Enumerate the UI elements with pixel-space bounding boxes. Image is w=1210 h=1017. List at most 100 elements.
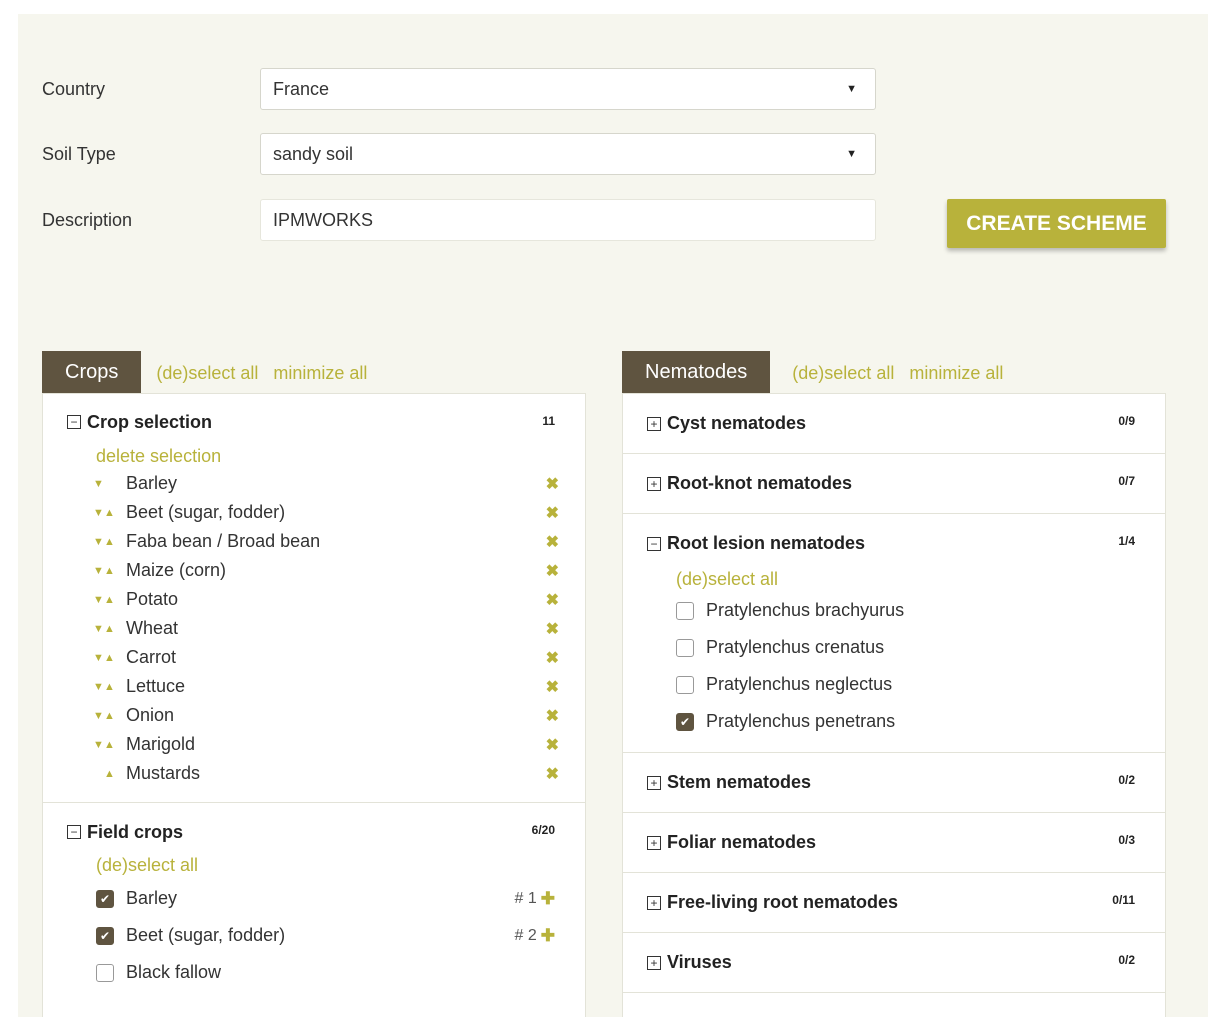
crops-minimize-all-link[interactable]: minimize all: [273, 363, 367, 393]
checkbox[interactable]: [96, 963, 114, 982]
arrow-up-icon[interactable]: ▲: [104, 623, 115, 635]
cross-icon[interactable]: ✖: [546, 619, 559, 639]
soil-type-select[interactable]: sandy soil ▼: [260, 133, 876, 175]
nematodes-minimize-all-link[interactable]: minimize all: [909, 363, 1003, 393]
arrow-down-icon[interactable]: ▼: [93, 536, 104, 548]
crop-name: Faba bean / Broad bean: [126, 531, 321, 551]
soil-type-value: sandy soil: [273, 143, 354, 164]
nematodes-deselect-all-link[interactable]: (de)select all: [792, 363, 894, 393]
cross-icon[interactable]: ✖: [546, 735, 559, 755]
crop-name: Barley: [126, 473, 178, 493]
minus-square-icon[interactable]: −: [647, 536, 661, 551]
checkbox[interactable]: ✔: [96, 889, 114, 908]
plus-square-icon[interactable]: +: [647, 895, 661, 910]
field-crop-item[interactable]: ✔ Barley # 1 ✚: [43, 880, 585, 917]
field-crop-item[interactable]: ✔ Beet (sugar, fodder) # 2 ✚: [43, 917, 585, 954]
nematode-item[interactable]: Pratylenchus neglectus: [623, 666, 1165, 703]
arrow-up-icon[interactable]: ▲: [104, 652, 115, 664]
cross-icon[interactable]: ✖: [546, 677, 559, 697]
nematode-group-count: 0/2: [1118, 953, 1135, 967]
reorder-arrows: ▼: [93, 478, 126, 490]
arrow-down-icon[interactable]: ▼: [93, 594, 104, 606]
checkbox[interactable]: [676, 638, 694, 657]
arrow-up-icon[interactable]: ▲: [104, 739, 115, 751]
cross-icon[interactable]: ✖: [546, 474, 559, 494]
country-label: Country: [42, 78, 106, 99]
arrow-up-icon[interactable]: ▲: [104, 681, 115, 693]
arrow-down-icon[interactable]: ▼: [93, 710, 104, 722]
arrow-up-icon[interactable]: ▲: [104, 768, 115, 780]
crops-deselect-all-link[interactable]: (de)select all: [156, 363, 258, 393]
field-crops-header[interactable]: − Field crops 6/20: [43, 803, 585, 861]
arrow-up-icon[interactable]: ▲: [104, 594, 115, 606]
checkbox[interactable]: [676, 601, 694, 620]
plus-square-icon[interactable]: +: [647, 955, 661, 970]
plus-icon[interactable]: ✚: [541, 890, 555, 907]
cross-icon[interactable]: ✖: [546, 590, 559, 610]
nematode-group-count: 0/3: [1118, 833, 1135, 847]
nematode-groups: + Cyst nematodes 0/9 + Root-knot nematodes 0/…: [623, 394, 1165, 993]
plus-icon[interactable]: ✚: [541, 927, 555, 944]
crop-selection-item: ▲ Mustards ✖: [43, 759, 585, 788]
arrow-down-icon: [93, 768, 104, 780]
crop-name: Lettuce: [126, 676, 186, 696]
arrow-down-icon[interactable]: ▼: [93, 565, 104, 577]
nematode-group-header[interactable]: + Root-knot nematodes 0/7: [623, 454, 1165, 513]
nematode-item[interactable]: ✔ Pratylenchus penetrans: [623, 703, 1165, 740]
checkbox[interactable]: ✔: [676, 712, 694, 731]
crop-name: Onion: [126, 705, 175, 725]
create-scheme-button[interactable]: CREATE SCHEME: [947, 199, 1166, 248]
nematodes-tab[interactable]: Nematodes: [622, 351, 771, 393]
arrow-up-icon[interactable]: ▲: [104, 536, 115, 548]
crops-tab[interactable]: Crops: [42, 351, 142, 393]
nematode-deselect-all-link[interactable]: (de)select all: [623, 569, 1165, 590]
minus-square-icon[interactable]: −: [67, 415, 81, 429]
nematode-group-header[interactable]: − Root lesion nematodes 1/4: [623, 514, 1165, 573]
crop-order-number: # 2: [514, 926, 537, 944]
crop-name: Beet (sugar, fodder): [126, 502, 286, 522]
reorder-arrows: ▼ ▲: [93, 594, 126, 606]
arrow-down-icon[interactable]: ▼: [93, 623, 104, 635]
nematode-group-header[interactable]: + Stem nematodes 0/2: [623, 753, 1165, 812]
arrow-down-icon[interactable]: ▼: [93, 478, 104, 490]
cross-icon[interactable]: ✖: [546, 503, 559, 523]
nematode-group-header[interactable]: + Cyst nematodes 0/9: [623, 394, 1165, 453]
nematode-item[interactable]: Pratylenchus brachyurus: [623, 592, 1165, 629]
nematode-group-header[interactable]: + Foliar nematodes 0/3: [623, 813, 1165, 872]
field-crops-deselect-all-link[interactable]: (de)select all: [43, 855, 585, 876]
country-select[interactable]: France ▼: [260, 68, 876, 110]
nematode-group-title: Free-living root nematodes: [667, 892, 899, 912]
nematode-group-count: 1/4: [1118, 534, 1135, 548]
arrow-down-icon[interactable]: ▼: [93, 652, 104, 664]
cross-icon[interactable]: ✖: [546, 764, 559, 784]
field-crop-item[interactable]: Black fallow: [43, 954, 585, 991]
plus-square-icon[interactable]: +: [647, 775, 661, 790]
checkbox[interactable]: ✔: [96, 926, 114, 945]
nematode-item[interactable]: Pratylenchus crenatus: [623, 629, 1165, 666]
crop-selection-item: ▼ Barley ✖: [43, 469, 585, 498]
nematode-group-header[interactable]: + Free-living root nematodes 0/11: [623, 873, 1165, 932]
cross-icon[interactable]: ✖: [546, 561, 559, 581]
cross-icon[interactable]: ✖: [546, 532, 559, 552]
arrow-down-icon[interactable]: ▼: [93, 681, 104, 693]
cross-icon[interactable]: ✖: [546, 706, 559, 726]
nematode-group-header[interactable]: + Viruses 0/2: [623, 933, 1165, 992]
cross-icon[interactable]: ✖: [546, 648, 559, 668]
checkbox[interactable]: [676, 675, 694, 694]
minus-square-icon[interactable]: −: [67, 825, 81, 839]
arrow-up-icon[interactable]: ▲: [104, 565, 115, 577]
crop-selection-header[interactable]: − Crop selection 11: [43, 394, 585, 450]
crop-selection-item: ▼ ▲ Beet (sugar, fodder) ✖: [43, 498, 585, 527]
plus-square-icon[interactable]: +: [647, 835, 661, 850]
nematode-group: + Foliar nematodes 0/3: [623, 813, 1165, 873]
arrow-up-icon[interactable]: ▲: [104, 507, 115, 519]
reorder-arrows: ▼ ▲: [93, 507, 126, 519]
arrow-down-icon[interactable]: ▼: [93, 507, 104, 519]
nematode-group: + Root-knot nematodes 0/7: [623, 454, 1165, 514]
plus-square-icon[interactable]: +: [647, 416, 661, 431]
plus-square-icon[interactable]: +: [647, 476, 661, 491]
delete-selection-link[interactable]: delete selection: [43, 446, 585, 467]
description-input[interactable]: IPMWORKS: [260, 199, 876, 241]
arrow-up-icon[interactable]: ▲: [104, 710, 115, 722]
arrow-down-icon[interactable]: ▼: [93, 739, 104, 751]
